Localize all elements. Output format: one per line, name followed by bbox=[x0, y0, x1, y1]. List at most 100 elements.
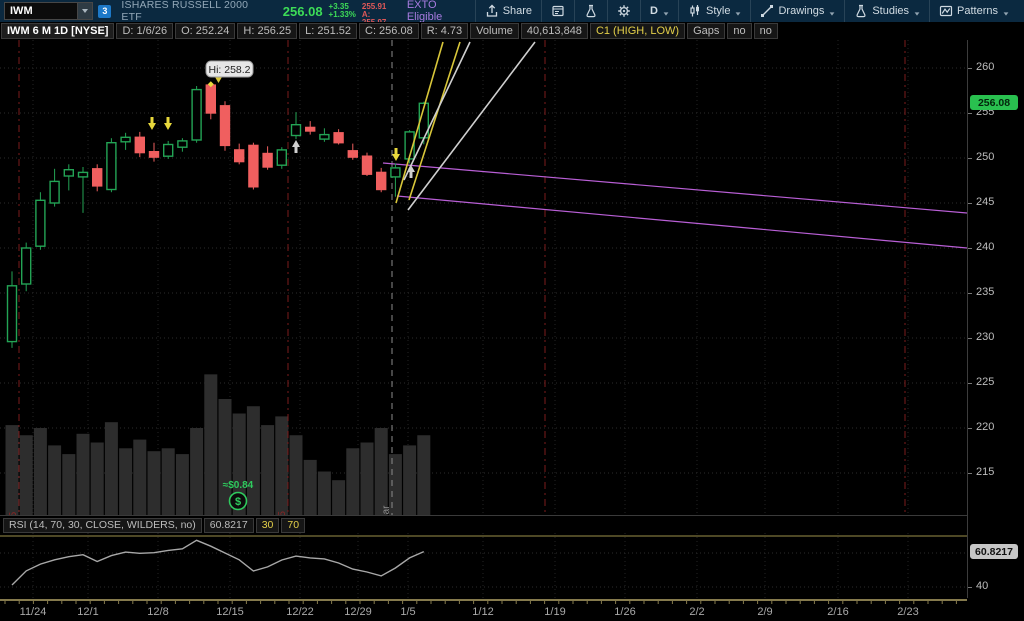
flask-icon bbox=[854, 4, 868, 18]
rsi-tick-label: 40 bbox=[976, 580, 988, 592]
price-tick-label: 240 bbox=[976, 241, 994, 253]
price-tick-label: 215 bbox=[976, 466, 994, 478]
gear-icon bbox=[617, 4, 631, 18]
time-tick-label: 2/2 bbox=[689, 606, 704, 618]
volume-bar bbox=[332, 480, 345, 515]
event-line-label: 2025 year bbox=[381, 505, 392, 515]
yellow-trendline[interactable] bbox=[409, 42, 460, 200]
volume-bar bbox=[261, 425, 274, 515]
pattern-icon bbox=[939, 4, 953, 18]
info-chip[interactable]: Volume bbox=[470, 23, 519, 39]
candle-icon bbox=[688, 4, 702, 18]
toolbar-button-style[interactable]: Style bbox=[678, 0, 750, 22]
header-buttons: Share D Style DrawingsStudiesPatterns bbox=[475, 0, 1024, 22]
rsi-param-chip[interactable]: 70 bbox=[281, 518, 305, 533]
candle-12/26 bbox=[334, 129, 343, 144]
purple-trendline[interactable] bbox=[383, 163, 967, 213]
toolbar-button-d[interactable]: D bbox=[640, 0, 678, 22]
volume-bar bbox=[346, 448, 359, 515]
rsi-value-badge: 60.8217 bbox=[970, 544, 1018, 559]
time-axis[interactable]: 11/2412/112/812/1512/2212/291/51/121/191… bbox=[0, 598, 1024, 621]
yellow-trendline[interactable] bbox=[396, 42, 443, 203]
time-tick-label: 1/5 bbox=[400, 606, 415, 618]
rsi-param-chip[interactable]: RSI (14, 70, 30, CLOSE, WILDERS, no) bbox=[3, 518, 202, 533]
price-tick-label: 260 bbox=[976, 61, 994, 73]
chevron-down-icon bbox=[915, 12, 920, 15]
volume-bar bbox=[162, 448, 175, 515]
volume-bar bbox=[77, 434, 90, 515]
candle-12/9 bbox=[164, 141, 173, 159]
volume-bar bbox=[148, 451, 161, 515]
candle-12/11 bbox=[192, 86, 201, 143]
volume-bar bbox=[290, 435, 303, 515]
volume-bar bbox=[133, 440, 146, 515]
info-chip[interactable]: H: 256.25 bbox=[237, 23, 297, 39]
symbol-input[interactable]: IWM bbox=[4, 2, 93, 20]
thinkorswim-chart-window: IWM 3 ISHARES RUSSELL 2000 ETF 256.08 +3… bbox=[0, 0, 1024, 621]
info-chip[interactable]: no bbox=[754, 23, 778, 39]
toolbar-label: Style bbox=[706, 5, 730, 17]
candle-12/18 bbox=[263, 146, 272, 169]
toolbar-button-drawings[interactable]: Drawings bbox=[750, 0, 844, 22]
symbol-value: IWM bbox=[5, 5, 77, 17]
time-tick-label: 2/23 bbox=[897, 606, 918, 618]
volume-bar bbox=[361, 443, 374, 516]
yellow-down-arrow bbox=[392, 148, 400, 161]
candle-12/22 bbox=[292, 112, 301, 139]
gray-up-arrow bbox=[292, 140, 300, 153]
time-tick-label: 12/29 bbox=[344, 606, 372, 618]
info-chip[interactable]: L: 251.52 bbox=[299, 23, 357, 39]
info-chip[interactable]: no bbox=[727, 23, 751, 39]
volume-bar bbox=[91, 443, 104, 516]
share-icon bbox=[485, 4, 499, 18]
time-tick-label: 1/12 bbox=[472, 606, 493, 618]
candle-12/5 bbox=[135, 132, 144, 157]
price-tick-label: 250 bbox=[976, 151, 994, 163]
candle-12/15 bbox=[221, 101, 230, 151]
toolbar-button-beaker[interactable] bbox=[574, 0, 607, 22]
info-chip[interactable]: Gaps bbox=[687, 23, 725, 39]
candle-11/21 bbox=[8, 271, 17, 348]
toolbar-button-patterns[interactable]: Patterns bbox=[929, 0, 1018, 22]
candle-12/16 bbox=[235, 144, 244, 165]
chevron-down-icon bbox=[1004, 12, 1009, 15]
toolbar-button-share[interactable]: Share bbox=[475, 0, 541, 22]
time-tick-label: 12/1 bbox=[77, 606, 98, 618]
info-chip[interactable]: O: 252.24 bbox=[175, 23, 235, 39]
price-axis[interactable]: 260255250245240235230225220215256.0860.8… bbox=[967, 40, 1024, 598]
info-chip[interactable]: R: 4.73 bbox=[421, 23, 468, 39]
volume-bar bbox=[403, 445, 416, 515]
volume-bar bbox=[119, 448, 132, 515]
candle-12/4 bbox=[121, 133, 130, 150]
time-tick-label: 12/22 bbox=[286, 606, 314, 618]
toolbar-button-gear[interactable] bbox=[607, 0, 640, 22]
volume-bar bbox=[34, 428, 47, 515]
candle-11/25 bbox=[36, 192, 45, 250]
time-tick-label: 2/16 bbox=[827, 606, 848, 618]
volume-bar bbox=[20, 435, 33, 515]
volume-bar bbox=[318, 472, 331, 516]
link-channel-badge[interactable]: 3 bbox=[98, 5, 111, 18]
candle-12/30 bbox=[363, 153, 372, 176]
pane-divider bbox=[0, 515, 1024, 516]
candle-12/1 bbox=[79, 167, 88, 213]
volume-bar bbox=[105, 422, 118, 515]
toolbar-label: D bbox=[650, 5, 658, 17]
toolbar-label: Share bbox=[503, 5, 532, 17]
symbol-dropdown-caret[interactable] bbox=[77, 3, 92, 19]
high-price-label[interactable]: Hi: 258.2 bbox=[206, 61, 253, 87]
rsi-param-chip[interactable]: 60.8217 bbox=[204, 518, 254, 533]
rsi-study-header: RSI (14, 70, 30, CLOSE, WILDERS, no)60.8… bbox=[2, 517, 306, 533]
candle-12/10 bbox=[178, 138, 187, 152]
trendline-icon bbox=[760, 4, 774, 18]
toolbar-button-studies[interactable]: Studies bbox=[844, 0, 929, 22]
info-chip[interactable]: 40,613,848 bbox=[521, 23, 588, 39]
info-chip[interactable]: C1 (HIGH, LOW) bbox=[590, 23, 685, 39]
beaker-icon bbox=[584, 4, 598, 18]
info-chip[interactable]: C: 256.08 bbox=[359, 23, 419, 39]
rsi-param-chip[interactable]: 30 bbox=[256, 518, 280, 533]
chart-title-chip[interactable]: IWM 6 M 1D [NYSE] bbox=[1, 23, 114, 39]
price-change: +3.35 +1.33% bbox=[329, 3, 356, 20]
info-chip[interactable]: D: 1/6/26 bbox=[116, 23, 173, 39]
toolbar-button-report[interactable] bbox=[541, 0, 574, 22]
